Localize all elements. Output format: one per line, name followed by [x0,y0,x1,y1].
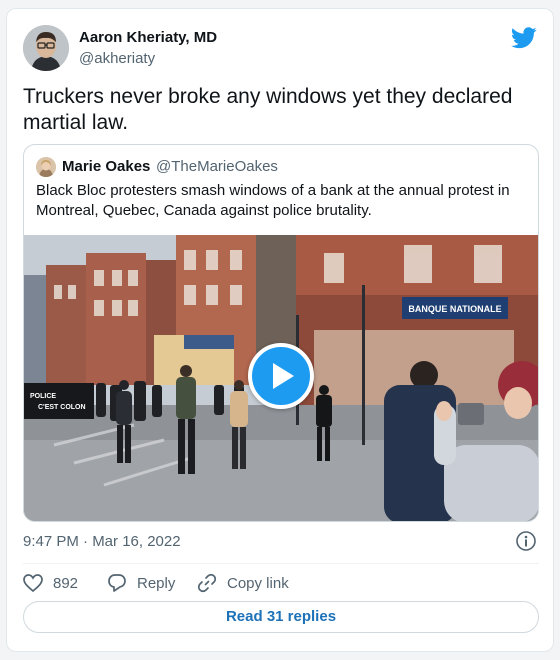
read-replies-button[interactable]: Read 31 replies [23,601,539,633]
like-count: 892 [53,574,79,592]
link-icon [197,573,217,593]
divider [23,563,539,564]
info-icon[interactable] [515,530,537,552]
banner-text-1: POLICE [30,393,56,400]
tweet-text: Truckers never broke any windows yet the… [23,85,513,134]
quote-author-handle[interactable]: @TheMarieOakes [156,158,278,175]
reply-icon [108,574,126,592]
tweet-timestamp[interactable]: 9:47 PM · Mar 16, 2022 [23,533,181,550]
twitter-bird-icon[interactable] [511,27,537,49]
quote-author-name[interactable]: Marie Oakes [62,158,150,175]
bank-sign-text: BANQUE NATIONALE [408,304,501,314]
quote-avatar[interactable] [36,157,56,177]
quote-text: Black Bloc protesters smash windows of a… [36,182,510,219]
copy-link-button[interactable]: Copy link [197,573,289,593]
like-button[interactable]: 892 [23,573,78,593]
copy-link-label: Copy link [227,574,289,592]
heart-icon [23,574,43,592]
author-handle[interactable]: @akheriaty [79,50,155,67]
video-thumbnail[interactable]: BANQUE NATIONALE POLICE C'EST COLON [24,235,538,521]
banner-text-2: C'EST COLON [38,404,86,411]
play-icon [273,363,294,389]
reply-label: Reply [137,574,176,592]
play-button[interactable] [248,343,314,409]
author-name[interactable]: Aaron Kheriaty, MD [79,29,217,46]
quoted-tweet[interactable]: Marie Oakes @TheMarieOakes Black Bloc pr… [23,144,539,522]
author-avatar[interactable] [23,25,69,71]
tweet-card: Aaron Kheriaty, MD @akheriaty Truckers n… [6,8,554,652]
reply-button[interactable]: Reply [107,573,175,593]
